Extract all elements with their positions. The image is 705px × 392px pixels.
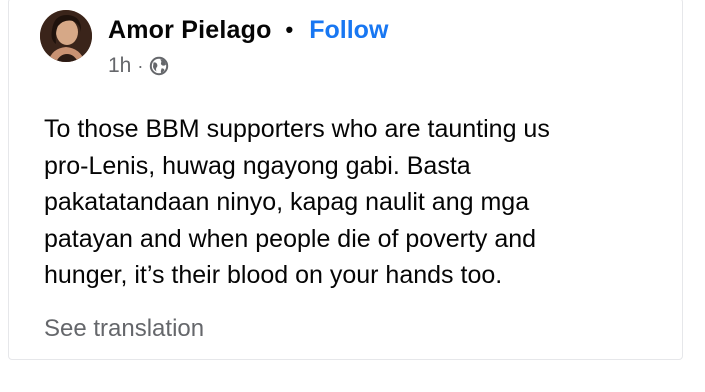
header-separator: • (285, 17, 294, 42)
post-header: Amor Pielago • Follow (108, 10, 388, 50)
post-meta: 1h · (108, 52, 169, 80)
avatar-image (40, 10, 92, 62)
post-timestamp[interactable]: 1h (108, 54, 131, 78)
post-text-line: hunger, it’s their blood on your hands t… (44, 261, 503, 289)
post-text-line: pro-Lenis, huwag ngayong gabi. Basta (44, 151, 471, 180)
post-text-line: pakatatandaan ninyo, kapag naulit ang mg… (44, 188, 530, 216)
post-body: To those BBM supporters who are taunting… (44, 111, 664, 294)
author-name[interactable]: Amor Pielago (108, 16, 272, 45)
avatar[interactable] (40, 10, 92, 62)
globe-icon[interactable] (149, 56, 169, 76)
see-translation-link[interactable]: See translation (44, 315, 204, 343)
post-text-line: patayan and when people die of poverty a… (44, 224, 537, 253)
follow-button[interactable]: Follow (309, 16, 388, 45)
meta-separator: · (137, 55, 144, 76)
post-card: Amor Pielago • Follow 1h · To those BBM … (0, 0, 705, 392)
post-text-line: To those BBM supporters who are taunting… (44, 115, 550, 143)
